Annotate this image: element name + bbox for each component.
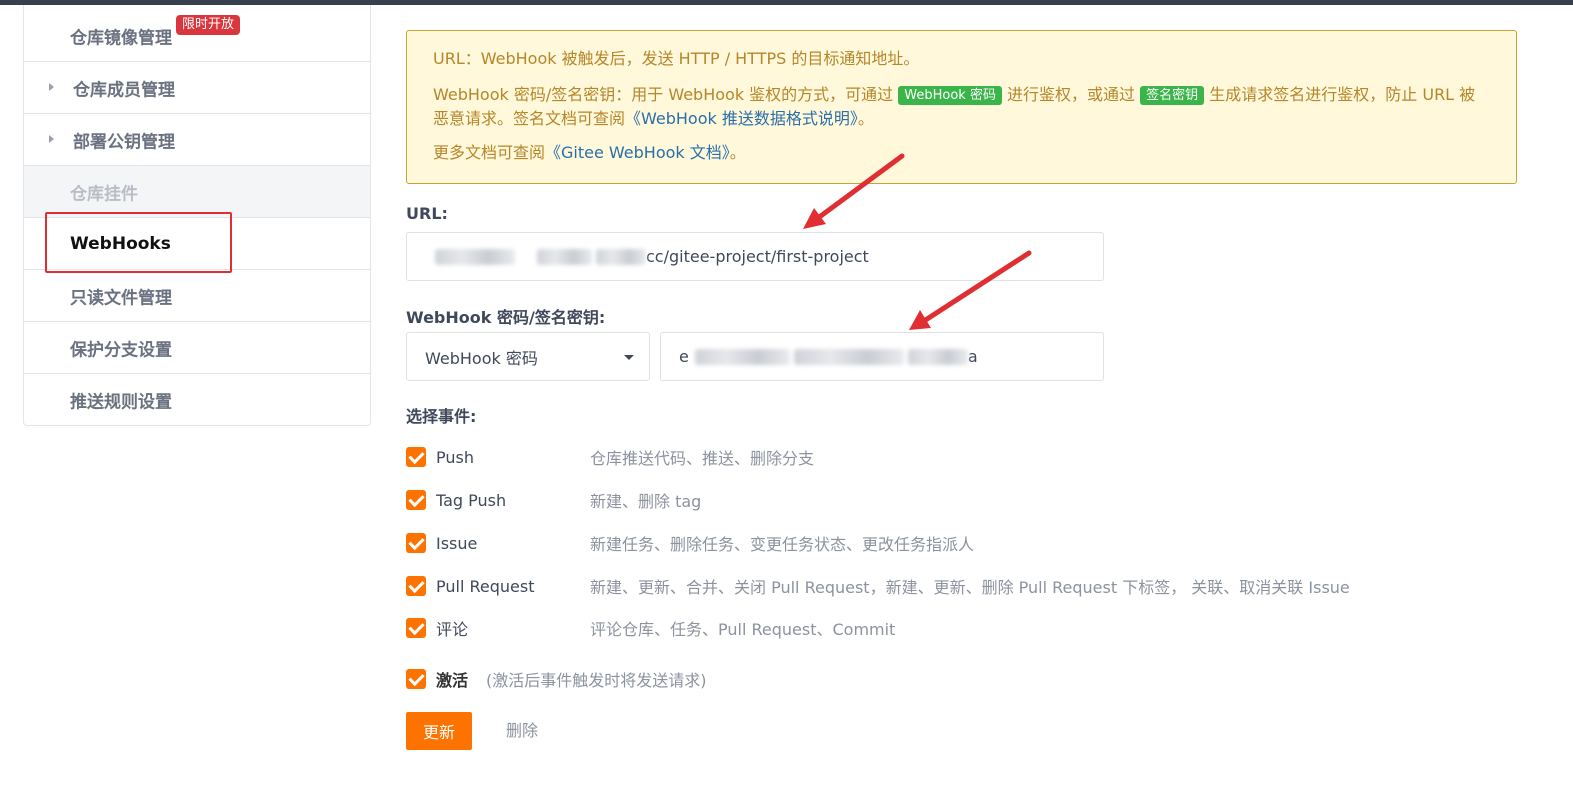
sidebar-item-label: 部署公钥管理 [73,132,175,152]
secret-input[interactable]: e a [660,332,1104,381]
event-desc: 新建任务、删除任务、变更任务状态、更改任务指派人 [590,535,975,554]
push-checkbox[interactable] [406,447,426,467]
sidebar-group-widgets: 仓库挂件 [24,165,370,217]
activate-row: 激活 (激活后事件触发时将发送请求) [406,667,707,691]
events-label: 选择事件: [406,407,477,426]
event-name: 评论 [436,620,469,639]
sidebar-item-label: 保护分支设置 [70,340,172,360]
event-desc: 新建、更新、合并、关闭 Pull Request，新建、更新、删除 Pull R… [590,578,1350,597]
secret-value-suffix: a [967,347,978,366]
redacted-text [694,348,790,365]
annotation-highlight-box [45,212,232,273]
tag-push-checkbox[interactable] [406,490,426,510]
url-label: URL: [406,204,448,223]
delete-button[interactable]: 删除 [496,712,548,750]
sidebar-item-members[interactable]: 仓库成员管理 [24,61,370,113]
secret-value-prefix: e [679,347,689,366]
sidebar-group-label: 仓库挂件 [70,184,138,204]
event-row-pull-request: Pull Request 新建、更新、合并、关闭 Pull Request，新建… [406,574,1350,598]
notice-url-text: URL：WebHook 被触发后，发送 HTTP / HTTPS 的目标通知地址… [433,49,920,68]
url-input[interactable]: cc/gitee-project/first-project [406,232,1104,281]
activate-checkbox[interactable] [406,669,426,689]
event-row-issue: Issue 新建任务、删除任务、变更任务状态、更改任务指派人 [406,531,974,555]
gitee-webhook-doc-link[interactable]: 《Gitee WebHook 文档》 [545,143,730,162]
event-name: Tag Push [436,490,507,510]
webhook-password-tag: WebHook 密码 [898,86,1002,105]
update-button[interactable]: 更新 [406,712,472,750]
secret-type-select[interactable]: WebHook 密码 [406,332,650,381]
url-value: cc/gitee-project/first-project [646,247,869,266]
secret-type-value: WebHook 密码 [425,348,538,368]
issue-checkbox[interactable] [406,533,426,553]
notice-secret-text: WebHook 密码/签名密钥：用于 WebHook 鉴权的方式，可通过 Web… [433,85,1476,128]
event-desc: 仓库推送代码、推送、删除分支 [590,449,815,468]
chevron-down-icon [624,354,634,360]
redacted-text [537,248,592,265]
event-row-comment: 评论 评论仓库、任务、Pull Request、Commit [406,616,895,640]
sidebar-item-label: 仓库成员管理 [73,80,175,100]
redacted-text [907,348,968,365]
webhook-notice: URL：WebHook 被触发后，发送 HTTP / HTTPS 的目标通知地址… [406,30,1517,184]
activate-label: 激活 [436,671,469,690]
sidebar-item-label: 仓库镜像管理 [70,28,172,49]
sidebar-item-protected-branches[interactable]: 保护分支设置 [24,321,370,373]
comment-checkbox[interactable] [406,618,426,638]
sidebar-item-mirror[interactable]: 仓库镜像管理 限时开放 [24,5,370,61]
activate-note: (激活后事件触发时将发送请求) [486,671,707,690]
event-desc: 新建、删除 tag [590,492,702,511]
format-doc-link[interactable]: 《WebHook 推送数据格式说明》 [625,109,858,128]
caret-right-icon [49,82,54,91]
event-name: Push [436,447,474,467]
limited-open-badge: 限时开放 [176,15,241,35]
event-name: Issue [436,533,478,553]
redacted-text [596,248,646,265]
sidebar-item-deploy-keys[interactable]: 部署公钥管理 [24,113,370,165]
sidebar-item-label: 只读文件管理 [70,288,172,308]
event-name: Pull Request [436,576,535,596]
redacted-text [793,348,904,365]
notice-docs-text: 更多文档可查阅《Gitee WebHook 文档》。 [433,143,746,162]
redacted-text [435,248,515,265]
signature-key-tag: 签名密钥 [1140,86,1205,105]
event-row-push: Push 仓库推送代码、推送、删除分支 [406,445,814,469]
sidebar-item-readonly-files[interactable]: 只读文件管理 [24,269,370,321]
pull-request-checkbox[interactable] [406,576,426,596]
event-row-tag-push: Tag Push 新建、删除 tag [406,488,701,512]
event-desc: 评论仓库、任务、Pull Request、Commit [590,620,896,639]
caret-right-icon [49,134,54,143]
secret-label: WebHook 密码/签名密钥: [406,308,606,327]
sidebar-item-label: 推送规则设置 [70,392,172,412]
sidebar-item-push-rules[interactable]: 推送规则设置 [24,373,370,425]
